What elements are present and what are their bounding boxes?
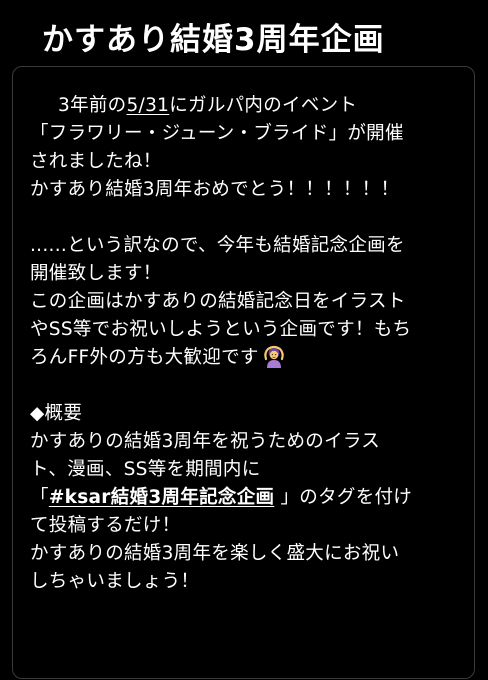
text-fragment: 」のタグを付け <box>274 487 413 508</box>
text-line: 「#ksar結婚3周年記念企画 」のタグを付け <box>30 484 470 512</box>
text-line: ト、漫画、SS等を期間内に <box>30 459 261 480</box>
text-fragment: 「 <box>30 487 49 508</box>
text-line: しちゃいましょう！ <box>30 571 200 592</box>
page-title: かすあり結婚3周年企画 <box>42 22 385 58</box>
hashtag-link[interactable]: #ksar結婚3周年記念企画 <box>49 487 275 508</box>
event-date: 5/31 <box>126 95 170 116</box>
text-line: ろんFF外の方も大歓迎です <box>30 344 470 372</box>
text-line: やSS等でお祝いしようという企画です！もち <box>30 319 412 340</box>
text-line: ......という訳なので、今年も結婚記念企画を <box>30 235 405 256</box>
section-heading: ◆概要 <box>30 403 83 424</box>
woman-gesturing-ok-icon <box>263 345 284 368</box>
text-fragment: 3年前の <box>58 95 127 116</box>
text-line: かすありの結婚3周年を楽しく盛大にお祝い <box>30 543 400 564</box>
text-line: この企画はかすありの結婚記念日をイラスト <box>30 291 406 312</box>
text-line: されましたね！ <box>30 151 162 172</box>
text-line: 3年前の5/31にガルパ内のイベント <box>30 92 470 120</box>
text-line: 「フラワリー・ジューン・ブライド」が開催 <box>30 123 404 144</box>
text-line: かすありの結婚3周年を祝うためのイラス <box>30 431 381 452</box>
text-fragment: にガルパ内のイベント <box>169 95 358 116</box>
post-body: 3年前の5/31にガルパ内のイベント 「フラワリー・ジューン・ブライド」が開催 … <box>30 92 470 596</box>
text-line: 開催致します！ <box>30 263 162 284</box>
text-line: て投稿するだけ！ <box>30 515 181 536</box>
text-line: かすあり結婚3周年おめでとう！！！！！！ <box>30 179 400 200</box>
text-fragment: ろんFF外の方も大歓迎です <box>30 347 259 368</box>
title-bar: かすあり結婚3周年企画 <box>0 0 488 64</box>
